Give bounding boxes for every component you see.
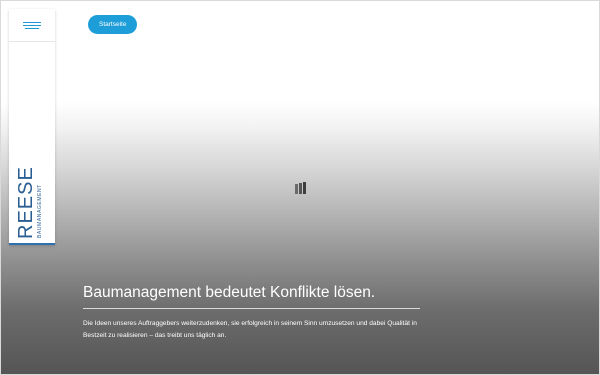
logo-subtitle: BAUMANAGEMENT bbox=[37, 184, 43, 238]
logo[interactable]: REESE BAUMANAGEMENT bbox=[12, 159, 52, 239]
logo-name: REESE bbox=[15, 166, 37, 239]
loading-bars-icon bbox=[295, 182, 307, 194]
page-background: REESE BAUMANAGEMENT Startseite Baumanage… bbox=[0, 0, 600, 375]
menu-toggle-button[interactable] bbox=[9, 9, 55, 42]
hero-divider bbox=[83, 308, 420, 309]
home-button[interactable]: Startseite bbox=[88, 15, 138, 34]
sidebar: REESE BAUMANAGEMENT bbox=[9, 9, 55, 245]
hero-text: Die Ideen unseres Auftraggebers weiterzu… bbox=[83, 320, 417, 339]
hero-title: Baumanagement bedeutet Konflikte lösen. bbox=[83, 284, 376, 301]
hero-section: Baumanagement bedeutet Konflikte lösen. … bbox=[83, 282, 433, 342]
